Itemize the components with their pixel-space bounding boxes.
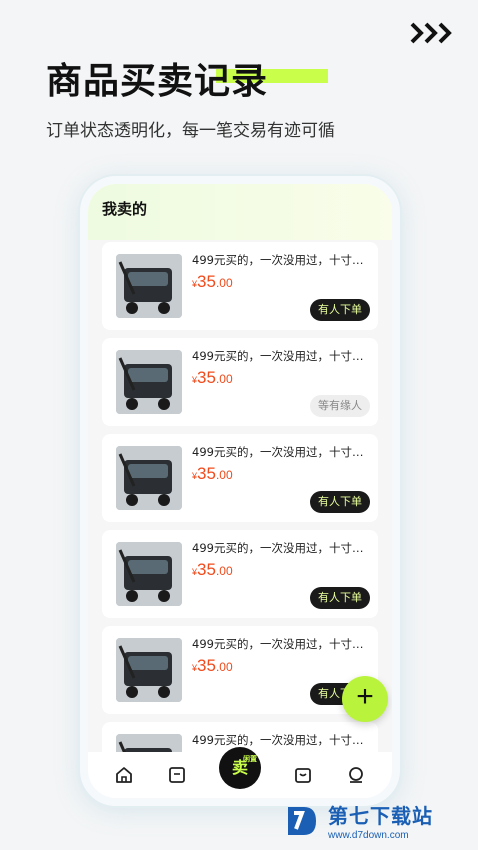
sold-item-card[interactable]: 499元买的，一次没用过，十寸… ¥35.00 有人下单 <box>102 626 378 714</box>
chevrons-icon <box>410 22 452 44</box>
sold-item-card[interactable]: 499元买的，一次没用过，十寸… ¥35.00 有人下单 <box>102 434 378 522</box>
price-decimal: .00 <box>215 564 233 578</box>
profile-icon[interactable] <box>345 764 367 786</box>
item-title: 499元买的，一次没用过，十寸… <box>192 733 364 747</box>
subline: 订单状态透明化，每一笔交易有迹可循 <box>46 121 335 141</box>
orders-icon[interactable] <box>166 764 188 786</box>
screen-title: 我卖的 <box>102 200 148 218</box>
item-price: ¥35.00 <box>192 368 233 388</box>
price-decimal: .00 <box>215 276 233 290</box>
message-icon[interactable] <box>292 764 314 786</box>
sold-item-card[interactable]: 499元买的，一次没用过，十寸… ¥35.00 有人下单 <box>102 242 378 330</box>
headline-block: 商品买卖记录 <box>46 52 328 102</box>
item-price: ¥35.00 <box>192 656 233 676</box>
price-decimal: .00 <box>215 372 233 386</box>
headline: 商品买卖记录 <box>46 61 269 102</box>
price-integer: 35 <box>197 656 216 675</box>
price-integer: 35 <box>197 560 216 579</box>
price-integer: 35 <box>197 368 216 387</box>
watermark-url: www.d7down.com <box>328 830 409 841</box>
price-decimal: .00 <box>215 660 233 674</box>
item-title: 499元买的，一次没用过，十寸… <box>192 637 364 651</box>
item-title: 499元买的，一次没用过，十寸… <box>192 349 364 363</box>
price-decimal: .00 <box>215 468 233 482</box>
item-title: 499元买的，一次没用过，十寸… <box>192 445 364 459</box>
home-icon[interactable] <box>113 764 135 786</box>
price-integer: 35 <box>197 464 216 483</box>
sell-button[interactable]: 卖 闲置 <box>218 747 261 789</box>
product-thumbnail <box>116 638 182 702</box>
item-title: 499元买的，一次没用过，十寸… <box>192 253 364 267</box>
status-badge[interactable]: 有人下单 <box>310 299 370 321</box>
status-badge[interactable]: 等有缘人 <box>310 395 370 417</box>
price-integer: 35 <box>197 272 216 291</box>
sell-sub-label: 闲置 <box>242 755 257 763</box>
sold-item-card[interactable]: 499元买的，一次没用过，十寸… ¥35.00 等有缘人 <box>102 338 378 426</box>
watermark-cn: 第七下载站 <box>328 804 433 828</box>
product-thumbnail <box>116 254 182 318</box>
screen-header: 我卖的 <box>88 184 392 240</box>
item-title: 499元买的，一次没用过，十寸… <box>192 541 364 555</box>
item-price: ¥35.00 <box>192 560 233 580</box>
status-badge[interactable]: 有人下单 <box>310 491 370 513</box>
product-thumbnail <box>116 350 182 414</box>
watermark: 第七下载站 www.d7down.com <box>282 800 433 841</box>
d7down-logo-icon <box>288 806 316 835</box>
product-thumbnail <box>116 542 182 606</box>
sold-items-list: 499元买的，一次没用过，十寸… ¥35.00 有人下单 499元买的，一次没用… <box>102 242 378 798</box>
add-item-button[interactable]: + <box>342 676 388 722</box>
bottom-nav: 卖 闲置 <box>88 747 392 798</box>
sold-item-card[interactable]: 499元买的，一次没用过，十寸… ¥35.00 有人下单 <box>102 530 378 618</box>
phone-screen: 我卖的 499元买的，一次没用过，十寸… ¥35.00 有人下单 499元买的，… <box>88 184 392 798</box>
product-thumbnail <box>116 446 182 510</box>
status-badge[interactable]: 有人下单 <box>310 587 370 609</box>
phone-mockup: 我卖的 499元买的，一次没用过，十寸… ¥35.00 有人下单 499元买的，… <box>80 176 400 806</box>
item-price: ¥35.00 <box>192 272 233 292</box>
item-price: ¥35.00 <box>192 464 233 484</box>
